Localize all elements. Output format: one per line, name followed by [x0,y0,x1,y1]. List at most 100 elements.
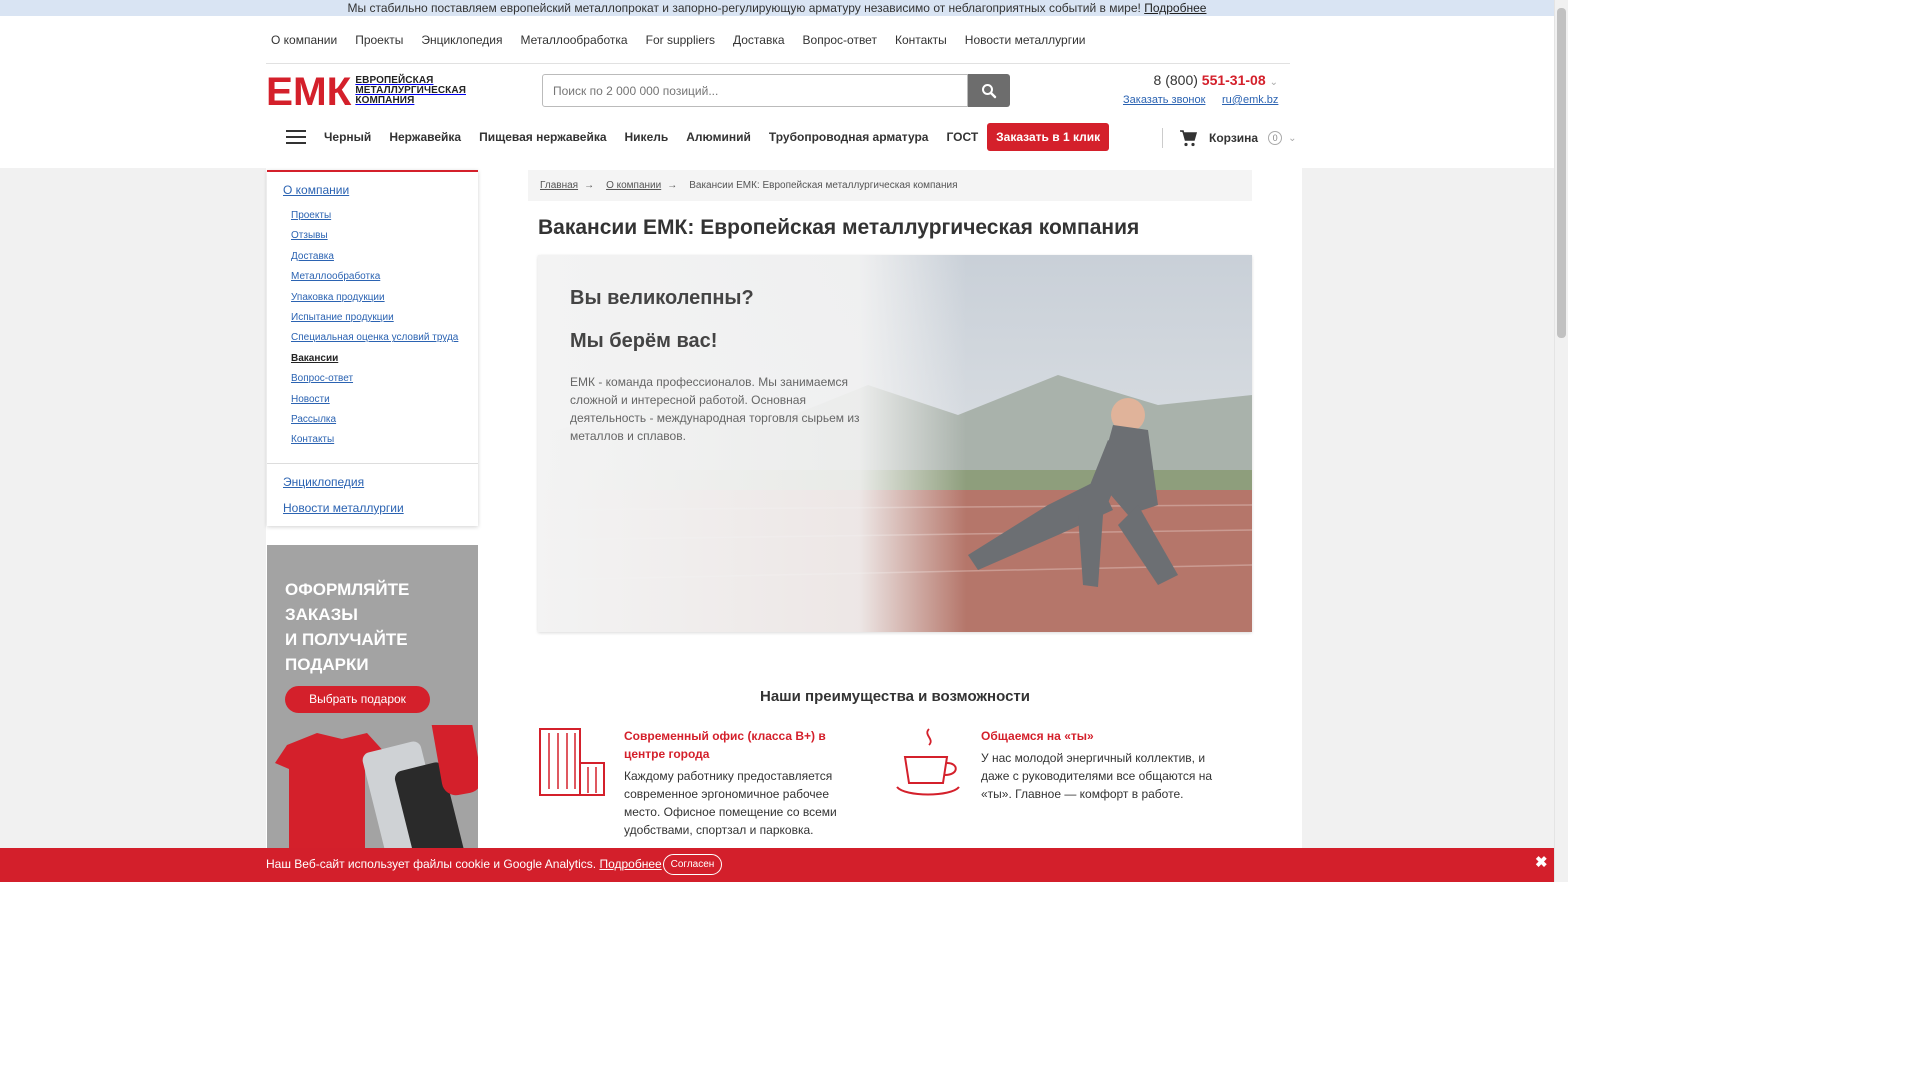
chevron-down-icon: ⌄ [1288,132,1297,144]
logo-mark-icon: ЕМК [266,75,352,107]
advantage-office-text: Современный офис (класса В+) в центре го… [624,727,864,839]
vacancies-hero-banner: Вы великолепны? Мы берём вас! ЕМК - кома… [538,255,1252,632]
callback-link[interactable]: Заказать звонок [1123,94,1205,106]
sidebar-item: Металлообработка [291,267,478,287]
sidebar-item-delivery[interactable]: Доставка [291,251,334,262]
sidebar-item-projects[interactable]: Проекты [291,210,331,221]
promo-title: ОФОРМЛЯЙТЕ ЗАКАЗЫ И ПОЛУЧАЙТЕ ПОДАРКИ [285,577,409,677]
category-black[interactable]: Черный [324,130,371,144]
menu-burger-icon[interactable] [286,130,306,144]
phone-prefix: 8 (800) [1153,72,1202,88]
search-input[interactable] [542,74,968,107]
sidebar-about-title[interactable]: О компании [267,172,478,208]
page-scrollbar[interactable] [1554,0,1568,882]
notice-text: Мы стабильно поставляем европейский мета… [347,1,1141,15]
sidebar-item-contacts[interactable]: Контакты [291,434,334,445]
scrollbar-thumb[interactable] [1557,8,1566,338]
logo[interactable]: ЕМК ЕВРОПЕЙСКАЯ МЕТАЛЛУРГИЧЕСКАЯ КОМПАНИ… [266,74,466,108]
top-notice: Мы стабильно поставляем европейский мета… [0,0,1554,16]
breadcrumb-current: Вакансии ЕМК: Европейская металлургическ… [689,180,958,191]
topnav-faq[interactable]: Вопрос-ответ [803,33,877,47]
sidebar-item-news[interactable]: Новости [291,394,330,405]
advantage-informal-desc: У нас молодой энергичный коллектив, и да… [981,751,1212,801]
email-link[interactable]: ru@emk.bz [1222,94,1278,106]
building-icon [539,728,605,796]
top-navigation: О компании Проекты Энциклопедия Металлоо… [266,16,1290,64]
order-one-click-button[interactable]: Заказать в 1 клик [987,123,1110,151]
cart-label: Корзина [1209,131,1259,145]
search-icon [982,83,997,98]
phone-main: 551-31-08 [1201,72,1266,88]
topnav-projects[interactable]: Проекты [355,33,403,47]
sidebar-submenu: Проекты Отзывы Доставка Металлообработка… [267,206,478,463]
advantage-informal-title: Общаемся на «ты» [981,729,1094,743]
topnav-metallurgy-news[interactable]: Новости металлургии [965,33,1086,47]
sidebar-item: Испытание продукции [291,308,478,328]
category-bar: Черный Нержавейка Пищевая нержавейка Ник… [266,123,1127,151]
cart[interactable]: Корзина 0 ⌄ [1162,128,1296,148]
logo-text: ЕВРОПЕЙСКАЯ МЕТАЛЛУРГИЧЕСКАЯ КОМПАНИЯ [355,76,466,106]
topnav-delivery[interactable]: Доставка [733,33,785,47]
cookie-more-link[interactable]: Подробнее [599,857,661,871]
sidebar-item-testing[interactable]: Испытание продукции [291,312,394,323]
sidebar-item: Вакансии [291,349,478,369]
category-food-stainless[interactable]: Пищевая нержавейка [479,130,606,144]
advantage-informal-text: Общаемся на «ты» У нас молодой энергичны… [981,727,1221,803]
sidebar-item-reviews[interactable]: Отзывы [291,230,328,241]
advantage-informal: Общаемся на «ты» У нас молодой энергичны… [895,727,1221,803]
breadcrumb-arrow-icon: → [584,180,595,191]
page: { "notice": { "text": "Мы стабильно пост… [0,0,1568,882]
hero-heading-1: Вы великолепны? [570,287,754,309]
topnav-encyclopedia[interactable]: Энциклопедия [421,33,502,47]
sidebar-item: Упаковка продукции [291,288,478,308]
logo-line-3: КОМПАНИЯ [355,95,415,106]
search-button[interactable] [968,74,1010,107]
category-aluminum[interactable]: Алюминий [686,130,751,144]
category-stainless[interactable]: Нержавейка [389,130,461,144]
close-icon[interactable]: ✖ [1535,853,1548,871]
sidebar-item-newsletter[interactable]: Рассылка [291,414,336,425]
sidebar-item-packaging[interactable]: Упаковка продукции [291,292,385,303]
sidebar-item-labor-assessment[interactable]: Специальная оценка условий труда [291,332,458,343]
advantage-office-title: Современный офис (класса В+) в центре го… [624,729,826,761]
notice-more-link[interactable]: Подробнее [1144,1,1206,15]
sidebar-item: Новости [291,390,478,410]
phone-number[interactable]: 8 (800) 551-31-08 ⌄ [1154,72,1278,88]
promo-banner[interactable]: ОФОРМЛЯЙТЕ ЗАКАЗЫ И ПОЛУЧАЙТЕ ПОДАРКИ Вы… [267,545,478,882]
topnav-contacts[interactable]: Контакты [895,33,947,47]
sidebar-item: Рассылка [291,410,478,430]
sidebar-item: Отзывы [291,226,478,246]
sidebar-item: Контакты [291,430,478,450]
category-gost[interactable]: ГОСТ [946,130,978,144]
sidebar-item-vacancies[interactable]: Вакансии [291,353,338,364]
hero-text-block: Вы великолепны? Мы берём вас! ЕМК - кома… [570,287,860,445]
topnav-metalworking[interactable]: Металлообработка [520,33,627,47]
category-nickel[interactable]: Никель [625,130,669,144]
sidebar-item: Вопрос-ответ [291,369,478,389]
chevron-down-icon: ⌄ [1269,77,1278,88]
hero-heading-2: Мы берём вас! [570,330,718,352]
cart-icon [1180,129,1197,146]
sidebar-item-metalworking[interactable]: Металлообработка [291,271,380,282]
breadcrumb-home[interactable]: Главная [540,180,578,191]
coffee-cup-icon [896,728,960,796]
advantage-office: Современный офис (класса В+) в центре го… [538,727,864,839]
cookie-message: Наш Веб-сайт использует файлы cookie и G… [266,857,662,871]
promo-line-3: И ПОЛУЧАЙТЕ [285,630,408,649]
category-pipeline-fittings[interactable]: Трубопроводная арматура [769,130,929,144]
choose-gift-button[interactable]: Выбрать подарок [285,686,430,713]
breadcrumb-about[interactable]: О компании [606,180,661,191]
sidebar-encyclopedia[interactable]: Энциклопедия [267,464,478,495]
sidebar-item-faq[interactable]: Вопрос-ответ [291,373,353,384]
topnav-for-suppliers[interactable]: For suppliers [646,33,715,47]
breadcrumb-arrow-icon: → [667,180,678,191]
promo-line-4: ПОДАРКИ [285,655,369,674]
sidebar: О компании Проекты Отзывы Доставка Метал… [267,170,478,526]
breadcrumb: Главная → О компании → Вакансии ЕМК: Евр… [528,170,1252,201]
cookie-agree-button[interactable]: Согласен [663,854,722,875]
cookie-text: Наш Веб-сайт использует файлы cookie и G… [266,857,597,871]
topnav-about[interactable]: О компании [271,33,337,47]
promo-line-2: ЗАКАЗЫ [285,605,358,624]
sidebar-metallurgy-news[interactable]: Новости металлургии [267,495,478,526]
advantages-title: Наши преимущества и возможности [759,688,1030,705]
